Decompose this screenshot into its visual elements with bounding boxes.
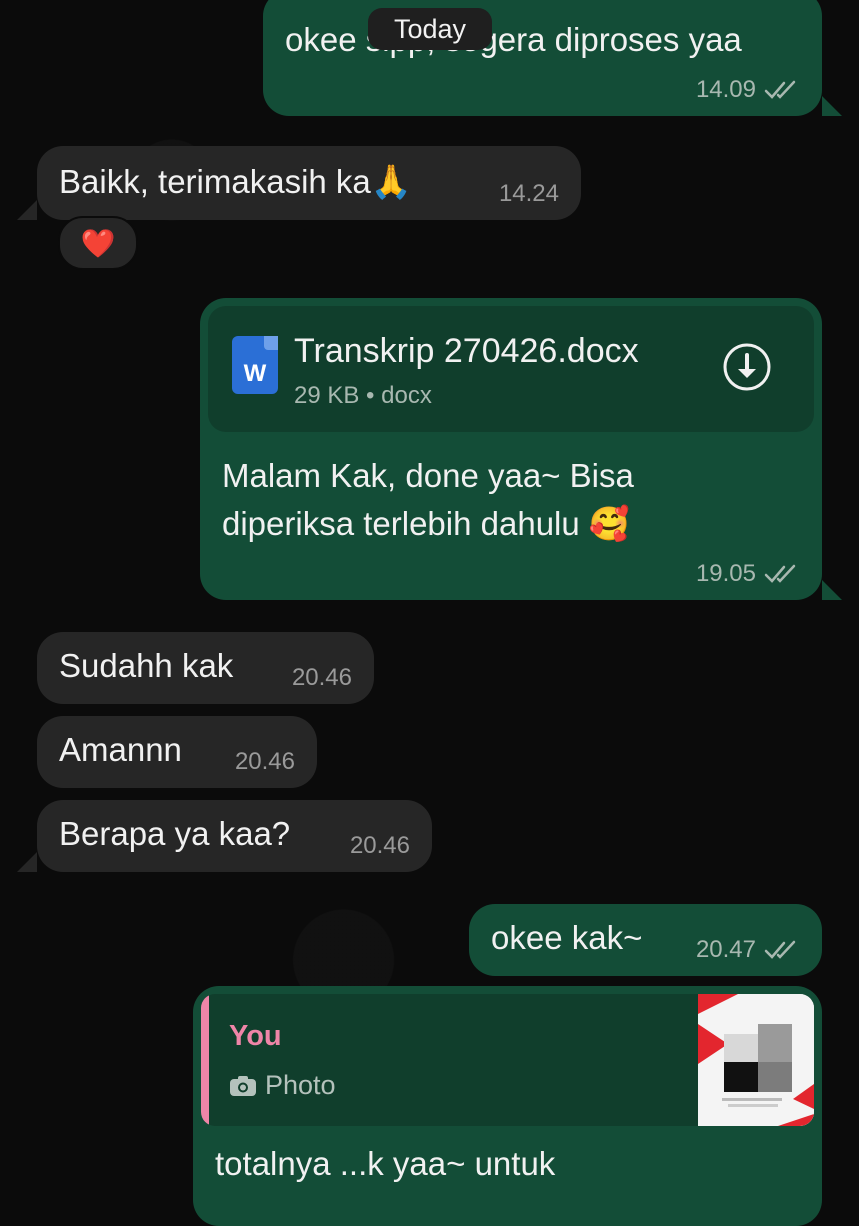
message-bubble-outgoing[interactable]: okee kak~ 20.47: [469, 904, 822, 976]
message-text: totalnya ...k yaa~ untuk: [215, 1145, 556, 1182]
message-time: 20.46: [349, 832, 410, 859]
message-text-line: diperiksa terlebih dahulu 🥰: [222, 505, 630, 542]
bubble-tail: [17, 852, 37, 872]
reaction-badge[interactable]: ❤️: [58, 216, 138, 270]
message-meta: 14.24: [499, 180, 559, 208]
message-meta: 19.05: [696, 560, 800, 588]
reply-quote[interactable]: You Photo: [201, 994, 814, 1126]
message-text: Sudahh kak: [59, 647, 234, 684]
reply-author: You: [229, 1020, 282, 1052]
reply-accent-bar: [201, 994, 209, 1126]
document-meta: 29 KB • docx: [294, 382, 432, 409]
reply-type: Photo: [229, 1070, 336, 1101]
bubble-tail: [17, 200, 37, 220]
date-divider: Today: [368, 8, 492, 50]
message-meta: 20.47: [696, 936, 800, 964]
double-check-icon: [764, 564, 796, 583]
message-time: 14.24: [498, 180, 559, 207]
heart-reaction: ❤️: [80, 227, 116, 259]
message-time: 19.05: [695, 560, 756, 587]
message-text: Baikk, terimakasih ka🙏: [59, 163, 412, 200]
message-text: okee sipp, segera diproses yaa: [285, 21, 742, 58]
bubble-tail: [822, 96, 842, 116]
message-meta: 14.09: [696, 76, 800, 104]
message-meta: 20.46: [235, 748, 295, 776]
message-meta: 20.46: [350, 832, 410, 860]
reply-type-label: Photo: [265, 1070, 336, 1100]
message-bubble-outgoing[interactable]: You Photo totalnya ...k yaa~ untuk: [193, 986, 822, 1226]
double-check-icon: [764, 80, 796, 99]
message-text-line: Malam Kak, done yaa~ Bisa: [222, 457, 634, 494]
message-bubble-incoming[interactable]: Sudahh kak 20.46: [37, 632, 374, 704]
message-time: 20.47: [695, 936, 756, 963]
message-text: Amannn: [59, 731, 182, 768]
message-bubble-outgoing[interactable]: okee sipp, segera diproses yaa 14.09: [263, 0, 822, 116]
message-bubble-incoming[interactable]: Amannn 20.46: [37, 716, 317, 788]
message-bubble-incoming[interactable]: Berapa ya kaa? 20.46: [37, 800, 432, 872]
document-attachment[interactable]: W Transkrip 270426.docx 29 KB • docx: [208, 306, 814, 432]
message-text: Berapa ya kaa?: [59, 815, 291, 852]
word-doc-icon: W: [232, 336, 278, 394]
message-time: 20.46: [234, 748, 295, 775]
message-time: 14.09: [695, 76, 756, 103]
bubble-tail: [822, 580, 842, 600]
message-time: 20.46: [291, 664, 352, 691]
photo-thumbnail[interactable]: [698, 994, 814, 1126]
document-name: Transkrip 270426.docx: [294, 332, 639, 370]
message-bubble-outgoing[interactable]: W Transkrip 270426.docx 29 KB • docx Mal…: [200, 298, 822, 600]
camera-icon: [230, 1075, 256, 1096]
message-text: okee kak~: [491, 919, 643, 956]
photo-thumbnail-image: [698, 994, 814, 1126]
double-check-icon: [764, 940, 796, 959]
download-icon[interactable]: [722, 342, 772, 392]
message-meta: 20.46: [292, 664, 352, 692]
message-bubble-incoming[interactable]: Baikk, terimakasih ka🙏 14.24: [37, 146, 581, 220]
